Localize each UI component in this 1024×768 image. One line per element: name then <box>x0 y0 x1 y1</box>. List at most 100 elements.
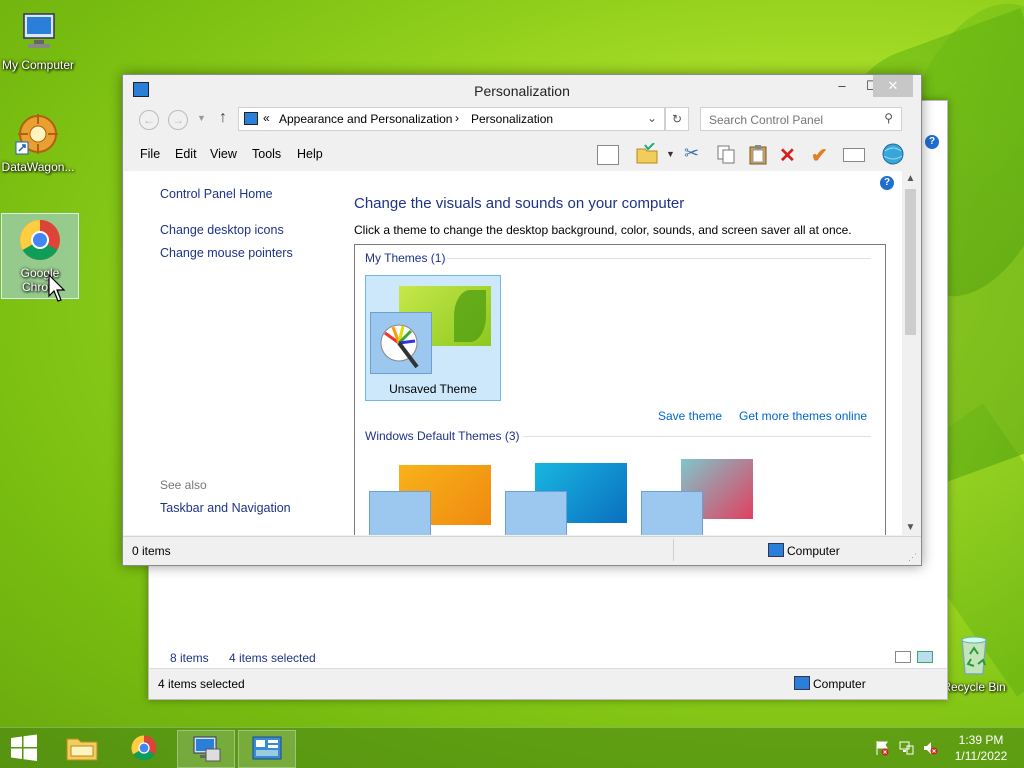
menu-file[interactable]: File <box>140 147 160 161</box>
menu-view[interactable]: View <box>210 147 237 161</box>
title-bar[interactable]: Personalization – ☐ ✕ <box>123 75 921 105</box>
save-theme-link[interactable]: Save theme <box>658 409 722 423</box>
minimize-button[interactable]: – <box>827 75 857 97</box>
status-text: 0 items <box>132 544 171 558</box>
computer-network-icon <box>193 736 221 762</box>
details-view-icon[interactable] <box>895 651 911 663</box>
content-area: Control Panel Home Change desktop icons … <box>124 171 919 535</box>
forward-arrow-icon[interactable]: → <box>168 110 188 130</box>
folder-icon <box>66 738 98 761</box>
start-button[interactable] <box>0 730 48 766</box>
up-arrow-icon[interactable]: ↑ <box>219 109 227 127</box>
close-button[interactable]: ✕ <box>873 75 913 97</box>
preview-pane-icon[interactable] <box>597 145 619 165</box>
scrollbar-thumb[interactable] <box>905 189 916 335</box>
default-themes-heading: Windows Default Themes (3) <box>365 429 520 443</box>
unsaved-theme-tile[interactable]: Unsaved Theme <box>365 275 501 401</box>
scroll-down-arrow-icon[interactable]: ▼ <box>902 522 919 533</box>
computer-icon <box>768 543 784 557</box>
scroll-up-arrow-icon[interactable]: ▲ <box>902 173 919 184</box>
mouse-cursor-icon <box>48 274 66 302</box>
status-location: Computer <box>787 544 840 558</box>
delete-icon[interactable]: ✕ <box>779 143 803 167</box>
copy-icon[interactable] <box>715 143 739 165</box>
control-panel-home-link[interactable]: Control Panel Home <box>160 187 273 201</box>
windows-logo-icon <box>11 734 37 761</box>
status-bar: 4 items selected Computer <box>149 668 947 699</box>
my-themes-heading: My Themes (1) <box>365 251 446 265</box>
recent-locations-chevron-icon[interactable]: ▼ <box>197 113 206 123</box>
folder-options-icon[interactable] <box>635 142 659 165</box>
help-icon[interactable]: ? <box>925 135 939 149</box>
theme-tile-lines-colors[interactable] <box>505 455 635 535</box>
navigation-bar: ← → ▼ ↑ « Appearance and Personalization… <box>123 105 921 139</box>
status-text: 4 items selected <box>158 677 245 691</box>
control-panel-icon <box>252 736 282 760</box>
search-box[interactable]: ⚲ <box>700 107 902 131</box>
get-more-themes-link[interactable]: Get more themes online <box>739 409 867 423</box>
items-selected: 4 items selected <box>229 651 316 665</box>
large-icons-view-icon[interactable] <box>917 651 933 663</box>
breadcrumb-personalization[interactable]: Personalization <box>471 112 553 126</box>
desktop-icon-label: My Computer <box>1 58 75 72</box>
clock[interactable]: 1:39 PM 1/11/2022 <box>946 732 1016 764</box>
status-bar: 0 items Computer ⋰ <box>123 536 921 565</box>
page-title: Change the visuals and sounds on your co… <box>354 195 685 212</box>
refresh-icon[interactable]: ↻ <box>665 107 689 131</box>
help-icon[interactable]: ? <box>880 176 894 190</box>
chrome-icon <box>131 735 157 761</box>
menu-edit[interactable]: Edit <box>175 147 197 161</box>
taskbar: 1:39 PM 1/11/2022 <box>0 727 1024 768</box>
views-dropdown-chevron-icon[interactable]: ▼ <box>666 149 675 159</box>
search-input[interactable] <box>707 110 881 130</box>
properties-check-icon[interactable]: ✔ <box>811 143 835 167</box>
address-dropdown-chevron-icon[interactable]: ⌄ <box>647 111 657 125</box>
desktop-icon-my-computer[interactable]: My Computer <box>0 8 76 72</box>
desktop-icon-label: DataWagon... <box>1 160 75 174</box>
vertical-scrollbar[interactable]: ▲ ▼ <box>902 171 919 535</box>
recycle-bin-icon <box>950 630 998 678</box>
chrome-icon <box>16 216 64 264</box>
personalization-window[interactable]: Personalization – ☐ ✕ ← → ▼ ↑ « Appearan… <box>122 74 922 566</box>
change-desktop-icons-link[interactable]: Change desktop icons <box>160 223 284 237</box>
change-mouse-pointers-link[interactable]: Change mouse pointers <box>160 246 293 260</box>
see-also-heading: See also <box>160 478 207 492</box>
paste-icon[interactable] <box>747 143 771 165</box>
address-bar[interactable]: « Appearance and Personalization › Perso… <box>238 107 665 131</box>
clock-date: 1/11/2022 <box>954 749 1008 763</box>
theme-tile-flowers[interactable] <box>641 455 771 535</box>
taskbar-google-chrome[interactable] <box>116 730 172 766</box>
desktop-icon-datawagon[interactable]: DataWagon... <box>0 110 76 174</box>
menu-help[interactable]: Help <box>297 147 323 161</box>
rename-icon[interactable] <box>843 148 865 162</box>
window-title: Personalization <box>474 83 570 99</box>
resize-grip-icon[interactable]: ⋰ <box>908 552 917 563</box>
search-icon[interactable]: ⚲ <box>884 111 893 125</box>
menu-tools[interactable]: Tools <box>252 147 281 161</box>
cut-icon[interactable]: ✂ <box>684 143 708 165</box>
themes-list[interactable]: My Themes (1) Unsaved Theme Save theme G… <box>354 244 886 535</box>
menu-bar: File Edit View Tools Help ▼ ✂ ✕ ✔ <box>123 139 921 169</box>
control-panel-icon <box>244 112 258 125</box>
action-center-flag-icon[interactable] <box>874 740 890 756</box>
computer-icon <box>794 676 810 690</box>
breadcrumb-overflow[interactable]: « <box>263 111 270 125</box>
back-arrow-icon[interactable]: ← <box>139 110 159 130</box>
computer-icon <box>14 8 62 56</box>
taskbar-control-panel[interactable] <box>238 730 296 768</box>
divider <box>673 539 674 561</box>
taskbar-navigation-link[interactable]: Taskbar and Navigation <box>160 501 291 515</box>
taskbar-remote-app[interactable] <box>177 730 235 768</box>
clock-time: 1:39 PM <box>958 733 1004 747</box>
divider <box>447 258 871 259</box>
theme-tile-windows[interactable] <box>369 455 499 535</box>
breadcrumb-separator: › <box>455 111 459 125</box>
unsaved-theme-label: Unsaved Theme <box>389 382 477 396</box>
network-icon[interactable] <box>898 740 914 756</box>
taskbar-file-explorer[interactable] <box>54 730 110 766</box>
divider <box>523 436 871 437</box>
volume-muted-icon[interactable] <box>922 740 938 756</box>
status-location: Computer <box>813 677 866 691</box>
globe-icon[interactable] <box>881 143 905 165</box>
breadcrumb-appearance[interactable]: Appearance and Personalization <box>279 112 452 126</box>
